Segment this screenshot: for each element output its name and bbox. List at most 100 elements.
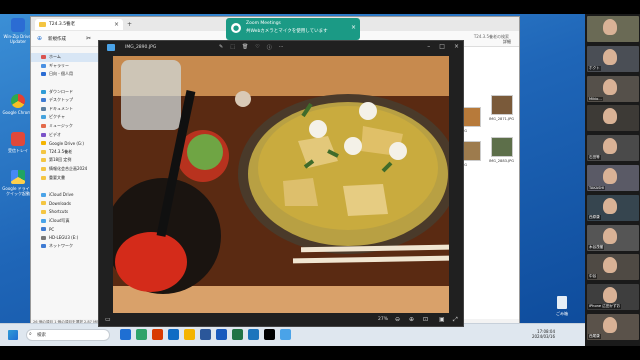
participant-name: ホクト xyxy=(588,65,601,71)
participant-tile[interactable]: Mikio... xyxy=(587,75,639,102)
desktop-icon-label: 受信トレイ xyxy=(8,148,28,153)
sidebar-item[interactable]: iCloud Drive xyxy=(31,191,98,200)
sidebar-item[interactable]: Shortcuts xyxy=(31,208,98,217)
zoom-notification[interactable]: ● Zoom Meetings 共Webカメラとマイクを使用しています × xyxy=(226,18,360,40)
new-button[interactable]: 新規作成 xyxy=(48,36,66,42)
taskbar-app-icon[interactable] xyxy=(232,329,243,340)
taskbar-app-icon[interactable] xyxy=(280,329,291,340)
sidebar-item[interactable]: iCloud写真 xyxy=(31,216,98,225)
sidebar-item-icon xyxy=(41,106,46,111)
taskbar-app-icon[interactable] xyxy=(136,329,147,340)
taskbar-app-icon[interactable] xyxy=(120,329,131,340)
photos-app-icon xyxy=(107,44,115,51)
sidebar-item[interactable]: ダウンロード xyxy=(31,87,98,96)
clock-date: 2024/03/16 xyxy=(531,334,555,339)
taskbar-app-icon[interactable] xyxy=(264,329,275,340)
minimize-icon[interactable]: – xyxy=(427,43,430,50)
explorer-tab[interactable]: T24.3.5養老 × xyxy=(35,18,123,30)
notification-title: Zoom Meetings xyxy=(246,21,281,26)
zoom-participants-panel: ホクト Mikio... 石田等 TAKASHI 西原康木谷茂樹中谷 iPhone 広田か… xyxy=(585,14,640,346)
sidebar-item[interactable]: Downloads xyxy=(31,199,98,208)
taskbar-search[interactable]: 検索 xyxy=(26,329,110,341)
taskbar-app-icon[interactable] xyxy=(200,329,211,340)
sidebar-item[interactable]: 日向 - 個人用 xyxy=(31,70,98,79)
taskbar-app-icon[interactable] xyxy=(216,329,227,340)
participant-tile[interactable]: ホクト xyxy=(587,45,639,72)
sidebar-item-icon xyxy=(41,175,46,180)
sidebar-item-label: 情報化会合企画2024 xyxy=(49,166,88,172)
sidebar-item-label: ホーム xyxy=(49,54,61,60)
file-label: IMG_2883.JPG xyxy=(489,159,515,163)
sidebar-item-icon xyxy=(41,235,46,240)
participant-name: 中谷 xyxy=(588,274,598,280)
tab-close-button[interactable]: × xyxy=(114,21,119,28)
sidebar-item[interactable]: ピクチャ xyxy=(31,113,98,122)
filmstrip-icon[interactable]: ▭ xyxy=(105,316,111,323)
participant-tile[interactable]: iPhone 広田かずお xyxy=(587,284,639,311)
zoom-in-icon[interactable]: ⊕ xyxy=(409,316,414,323)
sidebar-item[interactable]: T24.3.5養老 xyxy=(31,148,98,157)
start-icon[interactable] xyxy=(8,330,18,340)
sidebar-item[interactable]: 第18回 定例 xyxy=(31,156,98,165)
participant-video xyxy=(603,197,617,214)
participant-tile[interactable] xyxy=(587,16,639,42)
edit-icon[interactable]: ✎ xyxy=(219,44,223,51)
taskbar-app-icon[interactable] xyxy=(152,329,163,340)
sidebar-item-icon xyxy=(41,98,46,103)
slideshow-icon[interactable]: ▣ xyxy=(439,316,445,323)
fit-icon[interactable]: ⊡ xyxy=(423,316,428,323)
participant-tile[interactable]: 西尾康 xyxy=(587,314,639,340)
notification-close-button[interactable]: × xyxy=(351,24,356,31)
delete-icon[interactable]: 🗑 xyxy=(242,44,248,51)
clock[interactable]: 17:08:04 2024/03/16 xyxy=(532,329,555,339)
sidebar-item-icon xyxy=(41,167,46,172)
taskbar-app-icon[interactable] xyxy=(248,329,259,340)
participant-tile[interactable]: 西原康 xyxy=(587,194,639,221)
details-button[interactable]: 詳細 xyxy=(503,39,511,45)
zoom-out-icon[interactable]: ⊖ xyxy=(395,316,400,323)
sidebar-item[interactable]: ネットワーク xyxy=(31,242,98,251)
cut-icon[interactable]: ✂ xyxy=(86,35,91,42)
sidebar-item[interactable]: 重要文書 xyxy=(31,173,98,182)
photo-image xyxy=(113,56,449,313)
fullscreen-icon[interactable]: ⤢ xyxy=(453,316,458,324)
file-thumbnail[interactable] xyxy=(491,95,513,115)
sidebar-item-icon xyxy=(41,192,46,197)
new-tab-button[interactable]: + xyxy=(127,21,132,28)
desktop-icon-label: Google Chrome xyxy=(2,110,34,115)
sidebar-item[interactable]: デスクトップ xyxy=(31,96,98,105)
notification-body: 共Webカメラとマイクを使用しています xyxy=(246,29,328,34)
sidebar-item[interactable]: PC xyxy=(31,225,98,234)
sidebar-item[interactable]: ミュージック xyxy=(31,122,98,131)
zoom-level[interactable]: 27% xyxy=(378,317,388,322)
crop-icon[interactable]: ⬚ xyxy=(230,44,235,51)
recycle-bin-icon[interactable]: ごみ箱 xyxy=(552,296,572,317)
explorer-sidebar: ホームギャラリー 日向 - 個人用 ダウンロード デスクトップドキュメント ピクチャ ミュ… xyxy=(31,47,99,319)
sidebar-item-icon xyxy=(41,132,46,137)
sidebar-item[interactable]: ギャラリー xyxy=(31,62,98,71)
sidebar-item[interactable]: HD-LEGU3 (E:) xyxy=(31,233,98,242)
sidebar-item[interactable]: 情報化会合企画2024 xyxy=(31,165,98,174)
participant-tile[interactable]: TAKASHI xyxy=(587,165,639,191)
file-thumbnail[interactable] xyxy=(491,137,513,157)
participant-tile[interactable]: 中谷 xyxy=(587,254,639,281)
info-icon[interactable]: ⓘ xyxy=(267,44,272,51)
participant-tile[interactable]: 石田等 xyxy=(587,135,639,162)
sidebar-item-label: ビデオ xyxy=(49,131,61,137)
taskbar-app-icon[interactable] xyxy=(184,329,195,340)
participant-tile[interactable] xyxy=(587,105,639,132)
maximize-icon[interactable]: □ xyxy=(439,43,445,50)
sidebar-item[interactable]: Google Drive (G:) xyxy=(31,139,98,148)
close-icon[interactable]: × xyxy=(454,43,459,50)
taskbar-app-icon[interactable] xyxy=(168,329,179,340)
sidebar-item[interactable]: ビデオ xyxy=(31,130,98,139)
search-icon: ⌕ xyxy=(29,331,32,337)
sidebar-item-label: デスクトップ xyxy=(49,97,73,103)
favorite-icon[interactable]: ♡ xyxy=(255,44,259,51)
more-icon[interactable]: ⋯ xyxy=(279,44,284,51)
sidebar-item-label: ミュージック xyxy=(49,123,73,129)
participant-tile[interactable]: 木谷茂樹 xyxy=(587,224,639,251)
participant-name: 木谷茂樹 xyxy=(588,244,605,250)
sidebar-item[interactable]: ドキュメント xyxy=(31,105,98,114)
sidebar-item[interactable]: ホーム xyxy=(31,53,98,62)
